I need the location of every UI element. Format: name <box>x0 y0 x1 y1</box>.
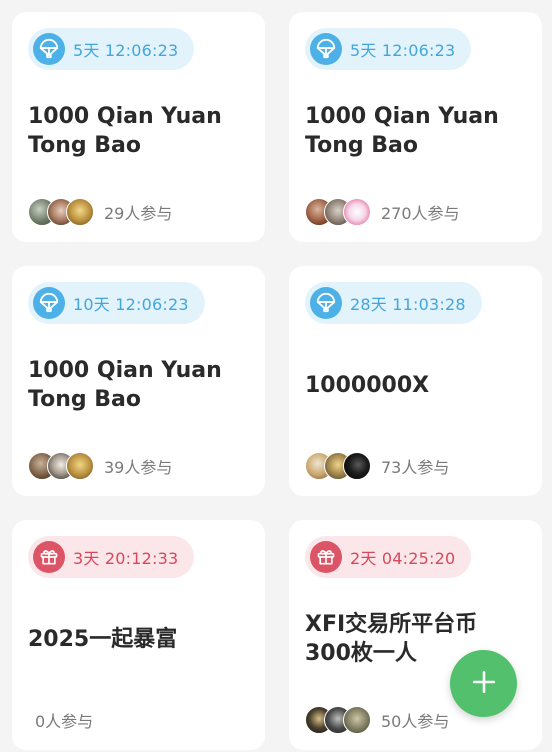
participants-row: 39人参与 <box>28 452 172 480</box>
avatar-stack <box>305 452 371 480</box>
avatar <box>66 198 94 226</box>
countdown-badge: 3天 20:12:33 <box>28 536 195 578</box>
countdown-badge: 10天 12:06:23 <box>28 282 205 324</box>
avatar <box>66 452 94 480</box>
avatar <box>343 706 371 734</box>
giveaway-card[interactable]: 28天 11:03:28 1000000X 73人参与 <box>289 266 542 496</box>
countdown-text: 28天 11:03:28 <box>350 295 466 314</box>
participant-count: 39人参与 <box>104 458 173 477</box>
countdown-text: 3天 20:12:33 <box>73 549 179 568</box>
countdown-badge: 2天 04:25:20 <box>305 536 472 578</box>
giveaway-card[interactable]: 10天 12:06:23 1000 Qian Yuan Tong Bao 39人… <box>12 266 265 496</box>
participant-count: 73人参与 <box>381 458 450 477</box>
avatar-stack <box>305 198 371 226</box>
giveaway-title: 1000 Qian Yuan Tong Bao <box>28 104 222 158</box>
parachute-icon <box>33 33 65 65</box>
countdown-badge: 5天 12:06:23 <box>28 28 195 70</box>
plus-icon <box>471 669 497 699</box>
avatar-stack <box>28 198 94 226</box>
giveaway-title: 1000 Qian Yuan Tong Bao <box>305 104 499 158</box>
giveaway-title: 2025一起暴富 <box>28 627 178 652</box>
avatar <box>343 452 371 480</box>
gift-icon <box>310 541 342 573</box>
gift-icon <box>33 541 65 573</box>
participants-row: 73人参与 <box>305 452 449 480</box>
participant-count: 50人参与 <box>381 712 450 731</box>
participant-count: 0人参与 <box>35 712 94 731</box>
participants-row: 0人参与 <box>28 706 93 734</box>
avatar <box>343 198 371 226</box>
countdown-badge: 28天 11:03:28 <box>305 282 482 324</box>
participants-row: 50人参与 <box>305 706 449 734</box>
parachute-icon <box>310 287 342 319</box>
parachute-icon <box>310 33 342 65</box>
countdown-text: 10天 12:06:23 <box>73 295 189 314</box>
giveaway-title: 1000 Qian Yuan Tong Bao <box>28 358 222 412</box>
avatar-stack <box>305 706 371 734</box>
countdown-text: 2天 04:25:20 <box>350 549 456 568</box>
participants-row: 29人参与 <box>28 198 172 226</box>
participant-count: 29人参与 <box>104 204 173 223</box>
participant-count: 270人参与 <box>381 204 460 223</box>
countdown-text: 5天 12:06:23 <box>350 41 456 60</box>
giveaway-card[interactable]: 5天 12:06:23 1000 Qian Yuan Tong Bao 270人… <box>289 12 542 242</box>
giveaway-card[interactable]: 3天 20:12:33 2025一起暴富 0人参与 <box>12 520 265 750</box>
participants-row: 270人参与 <box>305 198 460 226</box>
countdown-text: 5天 12:06:23 <box>73 41 179 60</box>
giveaway-card[interactable]: 2天 04:25:20 XFI交易所平台币 300枚一人 50人参与 <box>289 520 542 750</box>
parachute-icon <box>33 287 65 319</box>
countdown-badge: 5天 12:06:23 <box>305 28 472 70</box>
giveaway-title: 1000000X <box>305 373 430 398</box>
giveaway-card[interactable]: 5天 12:06:23 1000 Qian Yuan Tong Bao 29人参… <box>12 12 265 242</box>
giveaway-grid: 5天 12:06:23 1000 Qian Yuan Tong Bao 29人参… <box>12 12 542 750</box>
avatar-stack <box>28 452 94 480</box>
add-button[interactable] <box>450 650 517 717</box>
